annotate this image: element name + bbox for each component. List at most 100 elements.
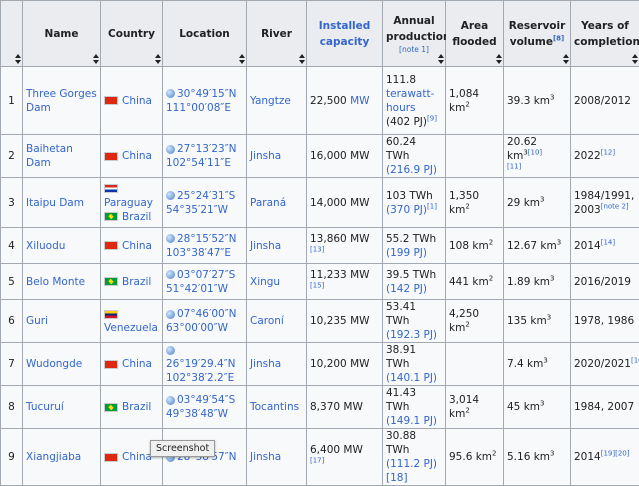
river-link[interactable]: Yangtze — [250, 95, 291, 107]
years-cell: 1984, 2007 — [571, 386, 639, 429]
rank-cell: 3 — [1, 178, 23, 228]
year-ref[interactable]: [14] — [601, 238, 615, 246]
name-header[interactable]: Name — [23, 1, 101, 67]
country-link[interactable]: China — [122, 95, 152, 107]
dam-name-link[interactable]: Xiluodu — [26, 240, 65, 252]
coordinates-link[interactable]: 25°24′31″S54°35′21″W — [166, 190, 235, 216]
production-cell: 41.43 TWh(149.1 PJ) — [383, 386, 446, 429]
years-cell: 2014[14] — [571, 228, 639, 264]
twh-link[interactable]: (142 PJ) — [386, 283, 427, 295]
rank-cell: 4 — [1, 228, 23, 264]
twh-link-2[interactable]: [18] — [386, 472, 408, 484]
production-header[interactable]: Annual production[note 1] — [383, 1, 446, 67]
years-cell: 2014[19][20] — [571, 429, 639, 486]
country-cell: China — [101, 135, 163, 178]
flag-icon — [104, 453, 118, 462]
coordinates-link[interactable]: 03°07′27″S51°42′01″W — [166, 269, 235, 295]
dam-name-link[interactable]: Belo Monte — [26, 276, 85, 288]
capacity-ref[interactable]: [13] — [310, 245, 324, 253]
production-ref[interactable]: [9] — [427, 114, 437, 122]
capacity-cell: 11,233 MW [15] — [307, 264, 383, 300]
river-link[interactable]: Xingu — [250, 276, 280, 288]
river-link[interactable]: Jinsha — [250, 240, 281, 252]
river-link[interactable]: Caroní — [250, 315, 284, 327]
name-cell: Guri — [23, 300, 101, 343]
area-cell: 3,014 km2 — [446, 386, 504, 429]
country-link[interactable]: China — [122, 150, 152, 162]
volume-header[interactable]: Reservoir volume[8] — [504, 1, 571, 67]
dam-name-link[interactable]: Three Gorges Dam — [26, 88, 97, 114]
river-link[interactable]: Jinsha — [250, 451, 281, 463]
twh-link[interactable]: (199 PJ) — [386, 247, 427, 259]
production-ref[interactable]: [1] — [427, 202, 437, 210]
twh-link[interactable]: (111.2 PJ) — [386, 458, 437, 470]
coordinates-link[interactable]: 07°46′00″N63°00′00″W — [166, 308, 237, 334]
coordinates-link[interactable]: 30°49′15″N111°00′08″E — [166, 88, 237, 114]
river-header[interactable]: River — [247, 1, 307, 67]
country-link[interactable]: Paraguay — [104, 197, 153, 209]
capacity-ref[interactable]: [17] — [310, 457, 324, 465]
area-cell: 1,350 km2 — [446, 178, 504, 228]
rank-cell: 6 — [1, 300, 23, 343]
dam-name-link[interactable]: Tucuruí — [26, 401, 64, 413]
twh-link[interactable]: terawatt- — [386, 88, 434, 100]
river-link[interactable]: Paraná — [250, 197, 286, 209]
name-cell: Itaipu Dam — [23, 178, 101, 228]
country-link[interactable]: Brazil — [122, 401, 151, 413]
river-link[interactable]: Tocantins — [250, 401, 299, 413]
mw-link[interactable]: MW — [350, 95, 369, 107]
capacity-cell: 6,400 MW [17] — [307, 429, 383, 486]
location-header[interactable]: Location — [163, 1, 247, 67]
country-link[interactable]: China — [122, 240, 152, 252]
year-ref[interactable]: [19][20] — [601, 450, 630, 458]
volume-ref-link[interactable]: [8] — [553, 34, 564, 42]
capacity-ref[interactable]: [15] — [310, 281, 324, 289]
dam-name-link[interactable]: Guri — [26, 315, 48, 327]
volume-cell: 7.4 km3 — [504, 343, 571, 386]
coordinates-link[interactable]: 03°49′54″S49°38′48″W — [166, 394, 235, 420]
year-ref[interactable]: [16] — [631, 357, 639, 365]
dam-name-link[interactable]: Baihetan Dam — [26, 143, 73, 169]
year-ref[interactable]: [12] — [601, 149, 615, 157]
capacity-cell: 14,000 MW — [307, 178, 383, 228]
volume-ref-2[interactable]: [11] — [507, 163, 521, 171]
country-header[interactable]: Country — [101, 1, 163, 67]
coordinates-link[interactable]: 26°19′29.4″N102°38′2.2″E — [166, 358, 236, 384]
area-header[interactable]: Area flooded — [446, 1, 504, 67]
country-link[interactable]: China — [122, 358, 152, 370]
rank-header[interactable] — [1, 1, 23, 67]
country-link[interactable]: Venezuela — [104, 322, 158, 334]
capacity-cell: 22,500 MW — [307, 67, 383, 135]
volume-cell: 1.89 km3 — [504, 264, 571, 300]
country-cell: Brazil — [101, 264, 163, 300]
twh-link[interactable]: (192.3 PJ) — [386, 329, 437, 341]
twh-link[interactable]: (370 PJ) — [386, 204, 427, 216]
coordinates-link[interactable]: 28°15′52″N103°38′47″E — [166, 233, 237, 259]
twh-link[interactable]: (216.9 PJ) — [386, 164, 437, 176]
capacity-cell: 8,370 MW — [307, 386, 383, 429]
twh-link[interactable]: (140.1 PJ) — [386, 372, 437, 384]
dam-name-link[interactable]: Wudongde — [26, 358, 82, 370]
country-link[interactable]: Brazil — [122, 211, 151, 223]
river-link[interactable]: Jinsha — [250, 150, 281, 162]
twh-link[interactable]: (149.1 PJ) — [386, 415, 437, 427]
flag-icon — [104, 152, 118, 161]
country-link[interactable]: Brazil — [122, 276, 151, 288]
name-cell: Xiluodu — [23, 228, 101, 264]
year-note-ref[interactable]: [note 2] — [601, 202, 629, 210]
dam-name-link[interactable]: Itaipu Dam — [26, 197, 84, 209]
coordinates-link[interactable]: 27°13′23″N102°54′11″E — [166, 143, 237, 169]
years-header[interactable]: Years of completion — [571, 1, 639, 67]
country-link[interactable]: China — [122, 451, 152, 463]
dam-name-link[interactable]: Xiangjiaba — [26, 451, 81, 463]
area-cell — [446, 135, 504, 178]
capacity-header[interactable]: Installed capacity — [307, 1, 383, 67]
river-cell: Paraná — [247, 178, 307, 228]
production-note-link[interactable]: [note 1] — [386, 45, 442, 54]
globe-icon — [166, 270, 175, 279]
location-cell: 03°07′27″S51°42′01″W — [163, 264, 247, 300]
twh-link-2[interactable]: hours — [386, 102, 416, 114]
table-row: 1 Three Gorges Dam China 30°49′15″N111°0… — [1, 67, 639, 135]
volume-ref[interactable]: [10] — [528, 149, 542, 157]
river-link[interactable]: Jinsha — [250, 358, 281, 370]
